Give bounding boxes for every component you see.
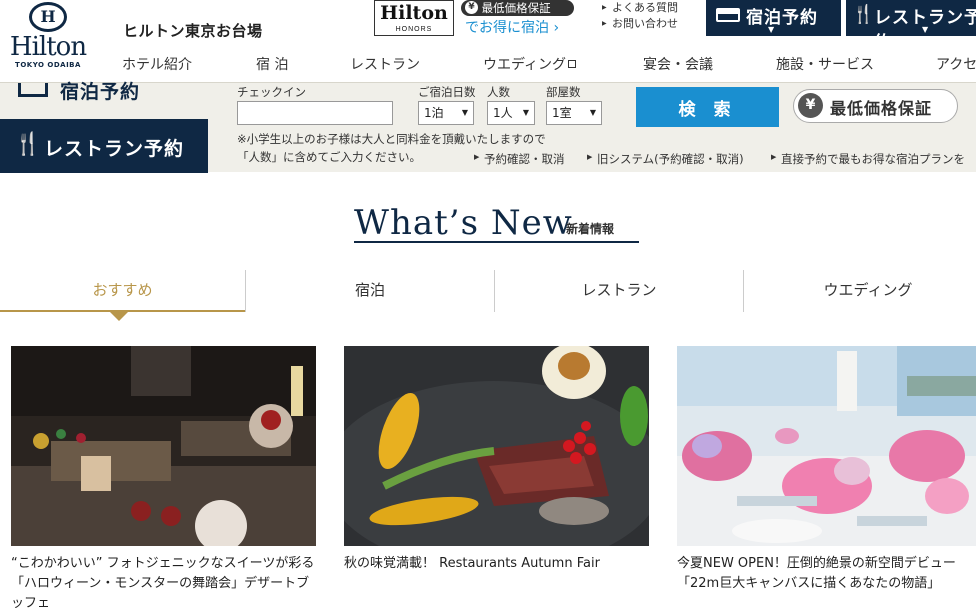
main-nav: ホテル紹介 宿 泊 レストラン ウエディング 宴会・会議 施設・サービス アクセ: [0, 48, 976, 78]
reservation-confirm-link[interactable]: 予約確認・取消: [474, 151, 565, 167]
halloween-dessert-image[interactable]: [11, 346, 316, 546]
contact-link[interactable]: お問い合わせ: [602, 16, 678, 32]
caret-down-icon: ▼: [922, 25, 930, 34]
restaurant-booking-tab[interactable]: 🍴 レストラン予約: [0, 119, 208, 173]
nav-banquet[interactable]: 宴会・会議: [643, 54, 713, 74]
bed-icon: [18, 83, 48, 97]
nav-facilities[interactable]: 施設・サービス: [776, 54, 874, 74]
nav-wedding-label: ウエディング: [483, 57, 567, 73]
caret-down-icon: ▼: [768, 25, 776, 34]
news-tabs: おすすめ 宿泊 レストラン ウエディング: [0, 270, 976, 312]
nights-value: 1泊: [424, 106, 444, 120]
hotel-name: ヒルトン東京お台場: [123, 22, 263, 40]
honors-subtitle: HONORS: [395, 26, 433, 33]
news-card-autumn-fair[interactable]: 秋の味覚満載！ Restaurants Autumn Fair: [344, 346, 649, 574]
hilton-honors-logo[interactable]: Hilton HONORS: [374, 0, 454, 36]
rooms-value: 1室: [552, 106, 572, 120]
best-rate-guarantee-button[interactable]: ¥ 最低価格保証: [793, 89, 958, 123]
nav-wedding[interactable]: ウエディング: [483, 54, 577, 74]
hilton-h-emblem-icon: H: [29, 2, 67, 32]
news-card-halloween[interactable]: “こわかわいい” フォトジェニックなスイーツが彩る「ハロウィーン・モンスターの舞…: [11, 346, 316, 609]
whats-new-title: What’s New: [354, 203, 573, 243]
checkin-input[interactable]: [237, 101, 393, 125]
external-link-icon: [568, 60, 577, 68]
search-button[interactable]: 検 索: [636, 87, 779, 127]
fork-knife-icon: 🍴: [14, 132, 42, 157]
yen-icon: ¥: [798, 93, 823, 118]
tab-wedding[interactable]: ウエディング: [744, 270, 976, 312]
honors-wordmark: Hilton: [380, 2, 448, 24]
autumn-fair-dish-image[interactable]: [344, 346, 649, 546]
select-arrow-icon: ▼: [461, 108, 468, 117]
direct-booking-link[interactable]: 直接予約で最もお得な宿泊プランを: [771, 151, 965, 167]
rooms-select[interactable]: 1室 ▼: [546, 101, 602, 125]
legacy-system-link[interactable]: 旧システム(予約確認・取消): [587, 151, 744, 167]
nav-access[interactable]: アクセ: [936, 54, 976, 74]
people-value: 1人: [493, 106, 513, 120]
nav-restaurant[interactable]: レストラン: [350, 54, 420, 74]
header-stay-label: 宿泊予約: [746, 8, 818, 28]
news-card-caption[interactable]: “こわかわいい” フォトジェニックなスイーツが彩る「ハロウィーン・モンスターの舞…: [11, 554, 316, 609]
site-header: H Hilton TOKYO ODAIBA ヒルトン東京お台場 Hilton H…: [0, 0, 976, 82]
news-card-caption[interactable]: 今夏NEW OPEN！圧倒的絶景の新空間デビュー「22m巨大キャンバスに描くあな…: [677, 554, 976, 594]
nights-select[interactable]: 1泊 ▼: [418, 101, 474, 125]
stay-booking-label: 宿泊予約: [60, 81, 141, 103]
stay-booking-tab[interactable]: 宿泊予約: [0, 81, 208, 117]
rooms-label: 部屋数: [546, 85, 581, 99]
honors-deal-link[interactable]: でお得に宿泊 ›: [465, 17, 559, 37]
whats-new-subtitle: 新着情報: [566, 222, 615, 236]
select-arrow-icon: ▼: [522, 108, 529, 117]
wedding-venue-image[interactable]: [677, 346, 976, 546]
header-restaurant-booking-button[interactable]: 🍴 レストラン予約 ▼: [846, 0, 976, 53]
best-rate-mini-badge[interactable]: ¥ 最低価格保証: [461, 0, 574, 16]
booking-bar: 宿泊予約 🍴 レストラン予約 チェックイン ご宿泊日数 1泊 ▼ 人数 1人 ▼ 部…: [0, 81, 976, 173]
restaurant-booking-label: レストラン予約: [44, 138, 185, 160]
fork-knife-icon: 🍴: [852, 4, 876, 25]
yen-icon: ¥: [465, 1, 478, 14]
nights-label: ご宿泊日数: [418, 85, 476, 99]
utility-links: よくある質問 お問い合わせ: [602, 0, 678, 32]
nav-hotel[interactable]: ホテル紹介: [122, 54, 192, 74]
nav-stay[interactable]: 宿 泊: [256, 54, 288, 74]
booking-note-line: ※小学生以上のお子様は大人と同料金を頂戴いたしますので: [237, 132, 546, 146]
news-card-new-space[interactable]: 今夏NEW OPEN！圧倒的絶景の新空間デビュー「22m巨大キャンバスに描くあな…: [677, 346, 976, 594]
checkin-label: チェックイン: [237, 85, 306, 99]
tab-recommended[interactable]: おすすめ: [0, 270, 245, 312]
active-tab-pointer-icon: [110, 312, 128, 321]
tab-stay[interactable]: 宿泊: [246, 270, 494, 312]
best-rate-label: 最低価格保証: [830, 99, 933, 118]
news-card-caption[interactable]: 秋の味覚満載！ Restaurants Autumn Fair: [344, 554, 649, 574]
faq-link[interactable]: よくある質問: [602, 0, 678, 16]
select-arrow-icon: ▼: [589, 108, 596, 117]
title-underline: [354, 241, 639, 243]
tab-restaurant[interactable]: レストラン: [495, 270, 743, 312]
people-select[interactable]: 1人 ▼: [487, 101, 535, 125]
people-label: 人数: [487, 85, 510, 99]
bed-icon: [716, 8, 740, 22]
best-rate-mini-label: 最低価格保証: [481, 1, 551, 15]
header-stay-booking-button[interactable]: 宿泊予約 ▼: [706, 0, 841, 36]
